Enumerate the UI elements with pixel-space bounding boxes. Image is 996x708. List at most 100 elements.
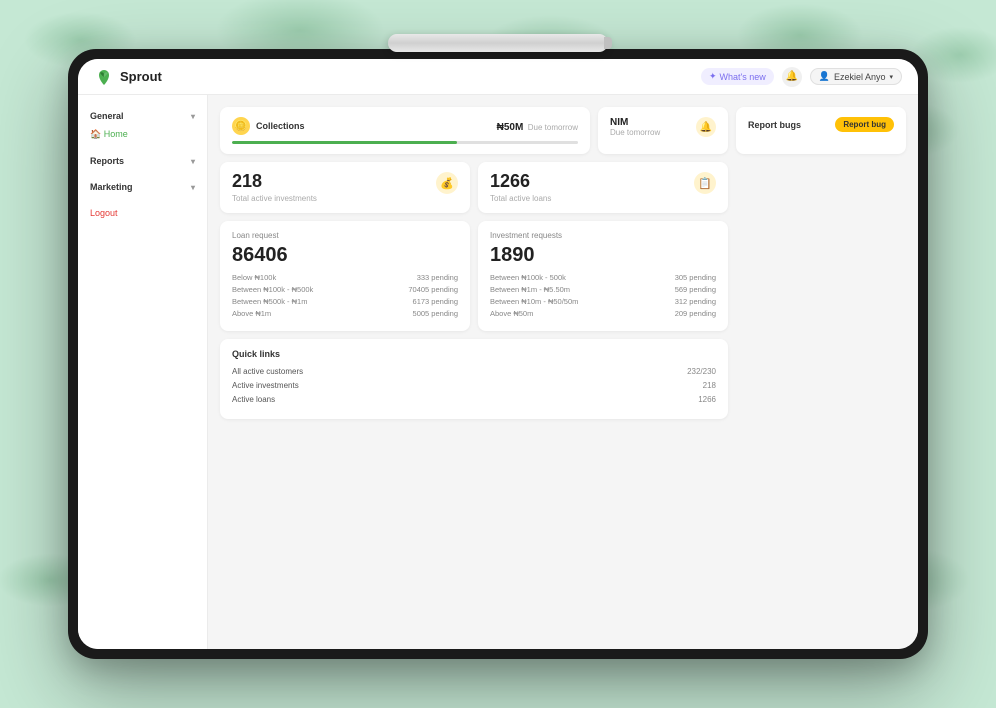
active-investments-card: 218 Total active investments 💰 <box>220 162 470 213</box>
stat-loans-info: 1266 Total active loans <box>490 172 551 203</box>
quick-links-card: Quick links All active customers 232/230… <box>220 339 728 419</box>
reports-chevron-icon: ▾ <box>191 157 195 166</box>
tablet: Sprout ✦ What's new 🔔 👤 Ezekiel Anyo ▾ <box>68 49 928 659</box>
quick-link-value-2: 218 <box>703 381 716 390</box>
loan-range-4: Above ₦1m <box>232 309 271 318</box>
logo-text: Sprout <box>120 69 162 84</box>
marketing-chevron-icon: ▾ <box>191 183 195 192</box>
collections-progress-bar <box>232 141 578 144</box>
collections-card: 🪙 Collections ₦50M Due tomorrow <box>220 107 590 154</box>
sidebar-section-marketing: Marketing ▾ <box>78 178 207 196</box>
sidebar-section-marketing-header[interactable]: Marketing ▾ <box>78 178 207 196</box>
inv-pending-4: 209 pending <box>675 309 716 318</box>
stylus <box>388 34 608 52</box>
collections-title: Collections <box>256 121 305 131</box>
sidebar-section-general-header[interactable]: General ▾ <box>78 107 207 125</box>
requests-row: Loan request 86406 Below ₦100k 333 pendi… <box>220 221 906 331</box>
report-bugs-title: Report bugs <box>748 120 801 130</box>
inv-range-1: Between ₦100k - 500k <box>490 273 566 282</box>
collections-value: ₦50M <box>497 122 524 133</box>
loan-range-3: Between ₦500k - ₦1m <box>232 297 307 306</box>
whats-new-button[interactable]: ✦ What's new <box>701 68 774 85</box>
inv-row-2: Between ₦1m - ₦5.50m 569 pending <box>490 285 716 294</box>
quick-link-row-3: Active loans 1266 <box>232 395 716 404</box>
quick-link-label-2[interactable]: Active investments <box>232 381 299 390</box>
chevron-down-icon: ▾ <box>889 73 893 81</box>
requests-right-spacer <box>736 221 906 331</box>
loan-row-3: Between ₦500k - ₦1m 6173 pending <box>232 297 458 306</box>
inv-pending-1: 305 pending <box>675 273 716 282</box>
loan-pending-2: 70405 pending <box>408 285 458 294</box>
sidebar-item-home[interactable]: 🏠 Home <box>78 125 207 144</box>
general-label: General <box>90 111 124 121</box>
collections-subtitle: Due tomorrow <box>528 123 578 132</box>
nim-bell-icon: 🔔 <box>696 117 716 137</box>
sidebar: General ▾ 🏠 Home Reports ▾ Marketing ▾ <box>78 95 208 649</box>
loan-row-1: Below ₦100k 333 pending <box>232 273 458 282</box>
collections-header: 🪙 Collections ₦50M Due tomorrow <box>232 117 578 135</box>
quick-links-items: All active customers 232/230 Active inve… <box>232 367 716 404</box>
quick-link-row-2: Active investments 218 <box>232 381 716 390</box>
loan-range-1: Below ₦100k <box>232 273 276 282</box>
stat-investments-label: Total active investments <box>232 194 317 203</box>
inv-range-3: Between ₦10m - ₦50/50m <box>490 297 578 306</box>
stat-loans-header: 1266 Total active loans 📋 <box>490 172 716 203</box>
loan-request-card: Loan request 86406 Below ₦100k 333 pendi… <box>220 221 470 331</box>
collections-value-area: ₦50M Due tomorrow <box>497 117 578 135</box>
app-layout: General ▾ 🏠 Home Reports ▾ Marketing ▾ <box>78 95 918 649</box>
quick-link-label-1[interactable]: All active customers <box>232 367 303 376</box>
inv-pending-2: 569 pending <box>675 285 716 294</box>
loan-pending-1: 333 pending <box>417 273 458 282</box>
sidebar-section-general: General ▾ 🏠 Home <box>78 107 207 144</box>
investment-request-number: 1890 <box>490 244 716 267</box>
tablet-screen: Sprout ✦ What's new 🔔 👤 Ezekiel Anyo ▾ <box>78 59 918 649</box>
logout-button[interactable]: Logout <box>78 204 207 222</box>
collections-title-row: 🪙 Collections <box>232 117 305 135</box>
marketing-label: Marketing <box>90 182 133 192</box>
stat-investments-header: 218 Total active investments 💰 <box>232 172 458 203</box>
quick-links-row: Quick links All active customers 232/230… <box>220 339 906 419</box>
loan-row-2: Between ₦100k - ₦500k 70405 pending <box>232 285 458 294</box>
bell-nav-icon[interactable]: 🔔 <box>782 67 802 87</box>
whats-new-label: What's new <box>719 72 765 82</box>
loan-request-rows: Below ₦100k 333 pending Between ₦100k - … <box>232 273 458 318</box>
inv-range-2: Between ₦1m - ₦5.50m <box>490 285 570 294</box>
stat-investments-number: 218 <box>232 172 317 192</box>
active-loans-card: 1266 Total active loans 📋 <box>478 162 728 213</box>
sidebar-section-reports: Reports ▾ <box>78 152 207 170</box>
stat-loans-number: 1266 <box>490 172 551 192</box>
nim-card: NIM Due tomorrow 🔔 <box>598 107 728 154</box>
nim-info: NIM Due tomorrow <box>610 117 660 137</box>
loan-range-2: Between ₦100k - ₦500k <box>232 285 313 294</box>
user-badge[interactable]: 👤 Ezekiel Anyo ▾ <box>810 68 902 85</box>
sidebar-section-reports-header[interactable]: Reports ▾ <box>78 152 207 170</box>
loan-row-4: Above ₦1m 5005 pending <box>232 309 458 318</box>
sprout-logo-icon <box>94 67 114 87</box>
quick-link-label-3[interactable]: Active loans <box>232 395 275 404</box>
inv-range-4: Above ₦50m <box>490 309 533 318</box>
quick-links-title: Quick links <box>232 349 716 359</box>
investment-request-rows: Between ₦100k - 500k 305 pending Between… <box>490 273 716 318</box>
user-name: Ezekiel Anyo <box>834 72 886 82</box>
reports-label: Reports <box>90 156 124 166</box>
main-content: 🪙 Collections ₦50M Due tomorrow <box>208 95 918 649</box>
quick-link-value-1: 232/230 <box>687 367 716 376</box>
stat-loans-icon: 📋 <box>694 172 716 194</box>
user-avatar-icon: 👤 <box>819 71 830 82</box>
stat-investments-info: 218 Total active investments <box>232 172 317 203</box>
nim-label: Due tomorrow <box>610 128 660 137</box>
loan-request-number: 86406 <box>232 244 458 267</box>
stat-loans-label: Total active loans <box>490 194 551 203</box>
inv-row-3: Between ₦10m - ₦50/50m 312 pending <box>490 297 716 306</box>
collections-progress-fill <box>232 141 457 144</box>
stats-right-spacer <box>736 162 906 213</box>
nim-value: NIM <box>610 117 660 128</box>
report-bug-button[interactable]: Report bug <box>835 117 894 132</box>
loan-request-title: Loan request <box>232 231 458 240</box>
inv-row-4: Above ₦50m 209 pending <box>490 309 716 318</box>
collections-coin-icon: 🪙 <box>232 117 250 135</box>
top-cards-row: 🪙 Collections ₦50M Due tomorrow <box>220 107 906 154</box>
loan-pending-4: 5005 pending <box>413 309 458 318</box>
inv-row-1: Between ₦100k - 500k 305 pending <box>490 273 716 282</box>
stat-investments-icon: 💰 <box>436 172 458 194</box>
